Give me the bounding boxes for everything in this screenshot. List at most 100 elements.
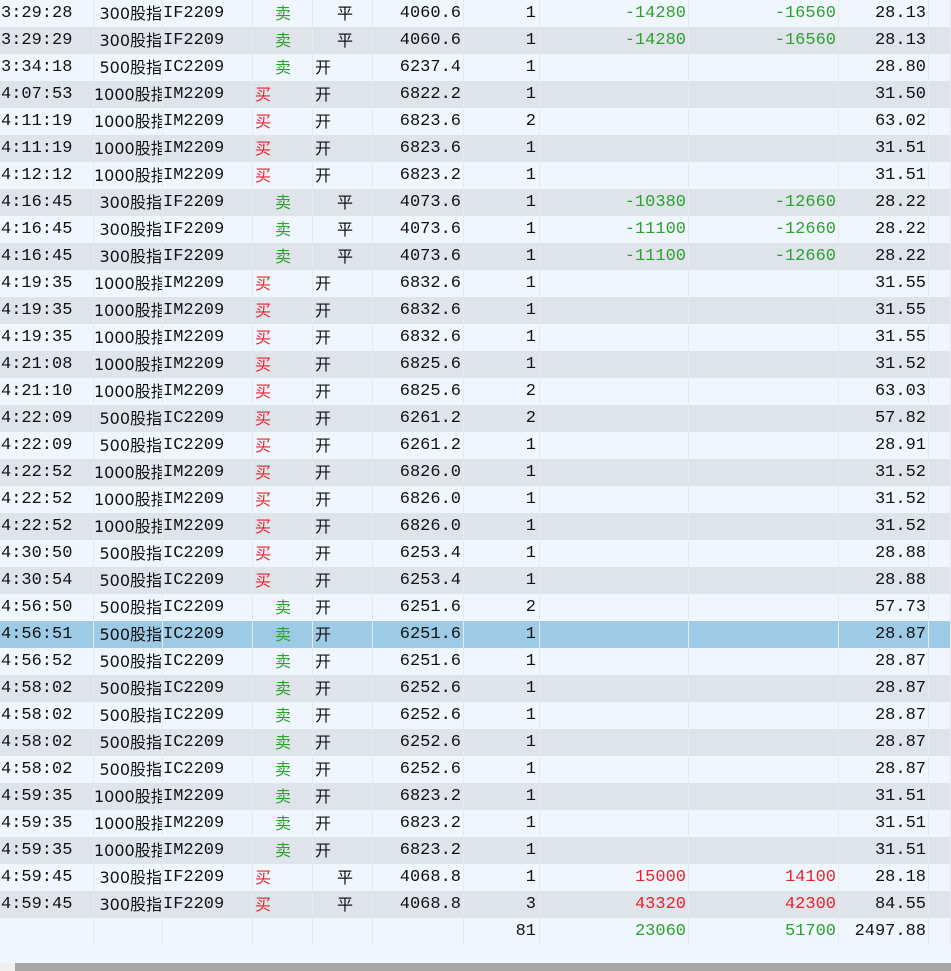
cell-qty: 1 [464, 783, 540, 810]
cell-profit-2 [689, 54, 839, 81]
cell-price: 6826.0 [373, 459, 464, 486]
cell-empty [929, 162, 951, 189]
cell-time: 4:22:09 [0, 432, 94, 459]
cell-time: 4:19:35 [0, 270, 94, 297]
table-row[interactable]: 4:58:02 500股指 IC2209 卖开 6252.6 1 28.87 [0, 675, 951, 702]
table-row[interactable]: 4:16:45 300股指 IF2209 卖平 4073.6 1 -10380 -12660 2… [0, 189, 951, 216]
cell-qty: 1 [464, 216, 540, 243]
cell-empty [929, 81, 951, 108]
cell-price: 4068.8 [373, 891, 464, 918]
cell-price: 6823.2 [373, 162, 464, 189]
cell-direction: 卖 [253, 837, 313, 864]
cell-qty: 1 [464, 270, 540, 297]
table-row[interactable]: 4:59:35 1000股指 IM2209 卖开 6823.2 1 31.51 [0, 837, 951, 864]
cell-price: 6826.0 [373, 486, 464, 513]
table-row[interactable]: 4:19:35 1000股指 IM2209 买开 6832.6 1 31.55 [0, 297, 951, 324]
table-row[interactable]: 3:29:28 300股指 IF2209 卖平 4060.6 1 -14280 -16560 2… [0, 0, 951, 27]
cell-offset: 开 [313, 81, 373, 108]
table-row[interactable]: 3:34:18 500股指 IC2209 卖开 6237.4 1 28.80 [0, 54, 951, 81]
table-row[interactable]: 4:11:19 1000股指 IM2209 买开 6823.6 2 63.02 [0, 108, 951, 135]
table-row[interactable]: 4:22:09 500股指 IC2209 买开 6261.2 1 28.91 [0, 432, 951, 459]
cell-qty: 1 [464, 432, 540, 459]
cell-qty: 2 [464, 405, 540, 432]
table-row[interactable]: 4:21:08 1000股指 IM2209 买开 6825.6 1 31.52 [0, 351, 951, 378]
scrollbar-thumb[interactable] [15, 963, 951, 971]
table-row[interactable]: 4:19:35 1000股指 IM2209 买开 6832.6 1 31.55 [0, 324, 951, 351]
table-body: 3:29:28 300股指 IF2209 卖平 4060.6 1 -14280 -16560 2… [0, 0, 951, 918]
cell-price: 6832.6 [373, 297, 464, 324]
table-row[interactable]: 4:11:19 1000股指 IM2209 买开 6823.6 1 31.51 [0, 135, 951, 162]
cell-profit-1 [540, 756, 689, 783]
table-row[interactable]: 4:16:45 300股指 IF2209 卖平 4073.6 1 -11100 -12660 2… [0, 216, 951, 243]
table-row[interactable]: 4:59:45 300股指 IF2209 买平 4068.8 1 15000 14100 28.… [0, 864, 951, 891]
cell-profit-1: -14280 [540, 0, 689, 27]
cell-profit-1 [540, 432, 689, 459]
table-row[interactable]: 4:30:54 500股指 IC2209 买开 6253.4 1 28.88 [0, 567, 951, 594]
table-row[interactable]: 4:56:51 500股指 IC2209 卖开 6251.6 1 28.87 [0, 621, 951, 648]
cell-qty: 1 [464, 810, 540, 837]
cell-offset: 开 [313, 432, 373, 459]
table-row[interactable]: 4:22:09 500股指 IC2209 买开 6261.2 2 57.82 [0, 405, 951, 432]
table-row[interactable]: 4:59:45 300股指 IF2209 买平 4068.8 3 43320 42300 84.… [0, 891, 951, 918]
cell-time: 3:29:28 [0, 0, 94, 27]
table-row[interactable]: 4:22:52 1000股指 IM2209 买开 6826.0 1 31.52 [0, 486, 951, 513]
cell-fee: 31.55 [839, 270, 929, 297]
cell-offset: 开 [313, 459, 373, 486]
cell-empty [929, 459, 951, 486]
cell-profit-2 [689, 135, 839, 162]
cell-fee: 57.82 [839, 405, 929, 432]
table-row[interactable]: 4:56:50 500股指 IC2209 卖开 6251.6 2 57.73 [0, 594, 951, 621]
table-row[interactable]: 4:12:12 1000股指 IM2209 买开 6823.2 1 31.51 [0, 162, 951, 189]
cell-contract: IM2209 [163, 108, 253, 135]
cell-profit-2 [689, 81, 839, 108]
table-row[interactable]: 4:59:35 1000股指 IM2209 卖开 6823.2 1 31.51 [0, 783, 951, 810]
cell-contract: IM2209 [163, 324, 253, 351]
table-row[interactable]: 4:21:10 1000股指 IM2209 买开 6825.6 2 63.03 [0, 378, 951, 405]
total-profit-2: 51700 [689, 918, 839, 945]
cell-fee: 57.73 [839, 594, 929, 621]
table-row[interactable]: 4:19:35 1000股指 IM2209 买开 6832.6 1 31.55 [0, 270, 951, 297]
cell-empty [929, 432, 951, 459]
table-row[interactable]: 4:30:50 500股指 IC2209 买开 6253.4 1 28.88 [0, 540, 951, 567]
cell-contract: IM2209 [163, 783, 253, 810]
cell-empty [929, 621, 951, 648]
cell-product: 300股指 [94, 864, 163, 891]
table-row[interactable]: 4:22:52 1000股指 IM2209 买开 6826.0 1 31.52 [0, 513, 951, 540]
table-row[interactable]: 4:56:52 500股指 IC2209 卖开 6251.6 1 28.87 [0, 648, 951, 675]
cell-price: 4060.6 [373, 0, 464, 27]
cell-empty [929, 27, 951, 54]
cell-direction: 卖 [253, 729, 313, 756]
table-row[interactable]: 4:22:52 1000股指 IM2209 买开 6826.0 1 31.52 [0, 459, 951, 486]
cell-profit-1: -14280 [540, 27, 689, 54]
cell-fee: 63.03 [839, 378, 929, 405]
table-row[interactable]: 4:58:02 500股指 IC2209 卖开 6252.6 1 28.87 [0, 756, 951, 783]
cell-profit-2 [689, 702, 839, 729]
cell-offset: 开 [313, 297, 373, 324]
cell-offset: 平 [313, 27, 373, 54]
table-row[interactable]: 4:58:02 500股指 IC2209 卖开 6252.6 1 28.87 [0, 729, 951, 756]
cell-profit-2 [689, 513, 839, 540]
cell-qty: 1 [464, 0, 540, 27]
cell-empty [929, 324, 951, 351]
cell-offset: 开 [313, 540, 373, 567]
cell-product: 1000股指 [94, 351, 163, 378]
cell-direction: 卖 [253, 243, 313, 270]
cell-empty [94, 918, 163, 945]
cell-direction: 卖 [253, 216, 313, 243]
table-row[interactable]: 4:59:35 1000股指 IM2209 卖开 6823.2 1 31.51 [0, 810, 951, 837]
cell-time: 4:58:02 [0, 675, 94, 702]
cell-fee: 31.55 [839, 324, 929, 351]
cell-product: 500股指 [94, 594, 163, 621]
cell-fee: 28.87 [839, 756, 929, 783]
horizontal-scrollbar[interactable] [0, 963, 951, 971]
cell-product: 1000股指 [94, 135, 163, 162]
cell-empty [163, 918, 253, 945]
cell-price: 6251.6 [373, 648, 464, 675]
table-row[interactable]: 3:29:29 300股指 IF2209 卖平 4060.6 1 -14280 -16560 2… [0, 27, 951, 54]
cell-qty: 1 [464, 702, 540, 729]
table-row[interactable]: 4:16:45 300股指 IF2209 卖平 4073.6 1 -11100 -12660 2… [0, 243, 951, 270]
cell-offset: 平 [313, 216, 373, 243]
table-row[interactable]: 4:07:53 1000股指 IM2209 买开 6822.2 1 31.50 [0, 81, 951, 108]
cell-empty [929, 54, 951, 81]
table-row[interactable]: 4:58:02 500股指 IC2209 卖开 6252.6 1 28.87 [0, 702, 951, 729]
